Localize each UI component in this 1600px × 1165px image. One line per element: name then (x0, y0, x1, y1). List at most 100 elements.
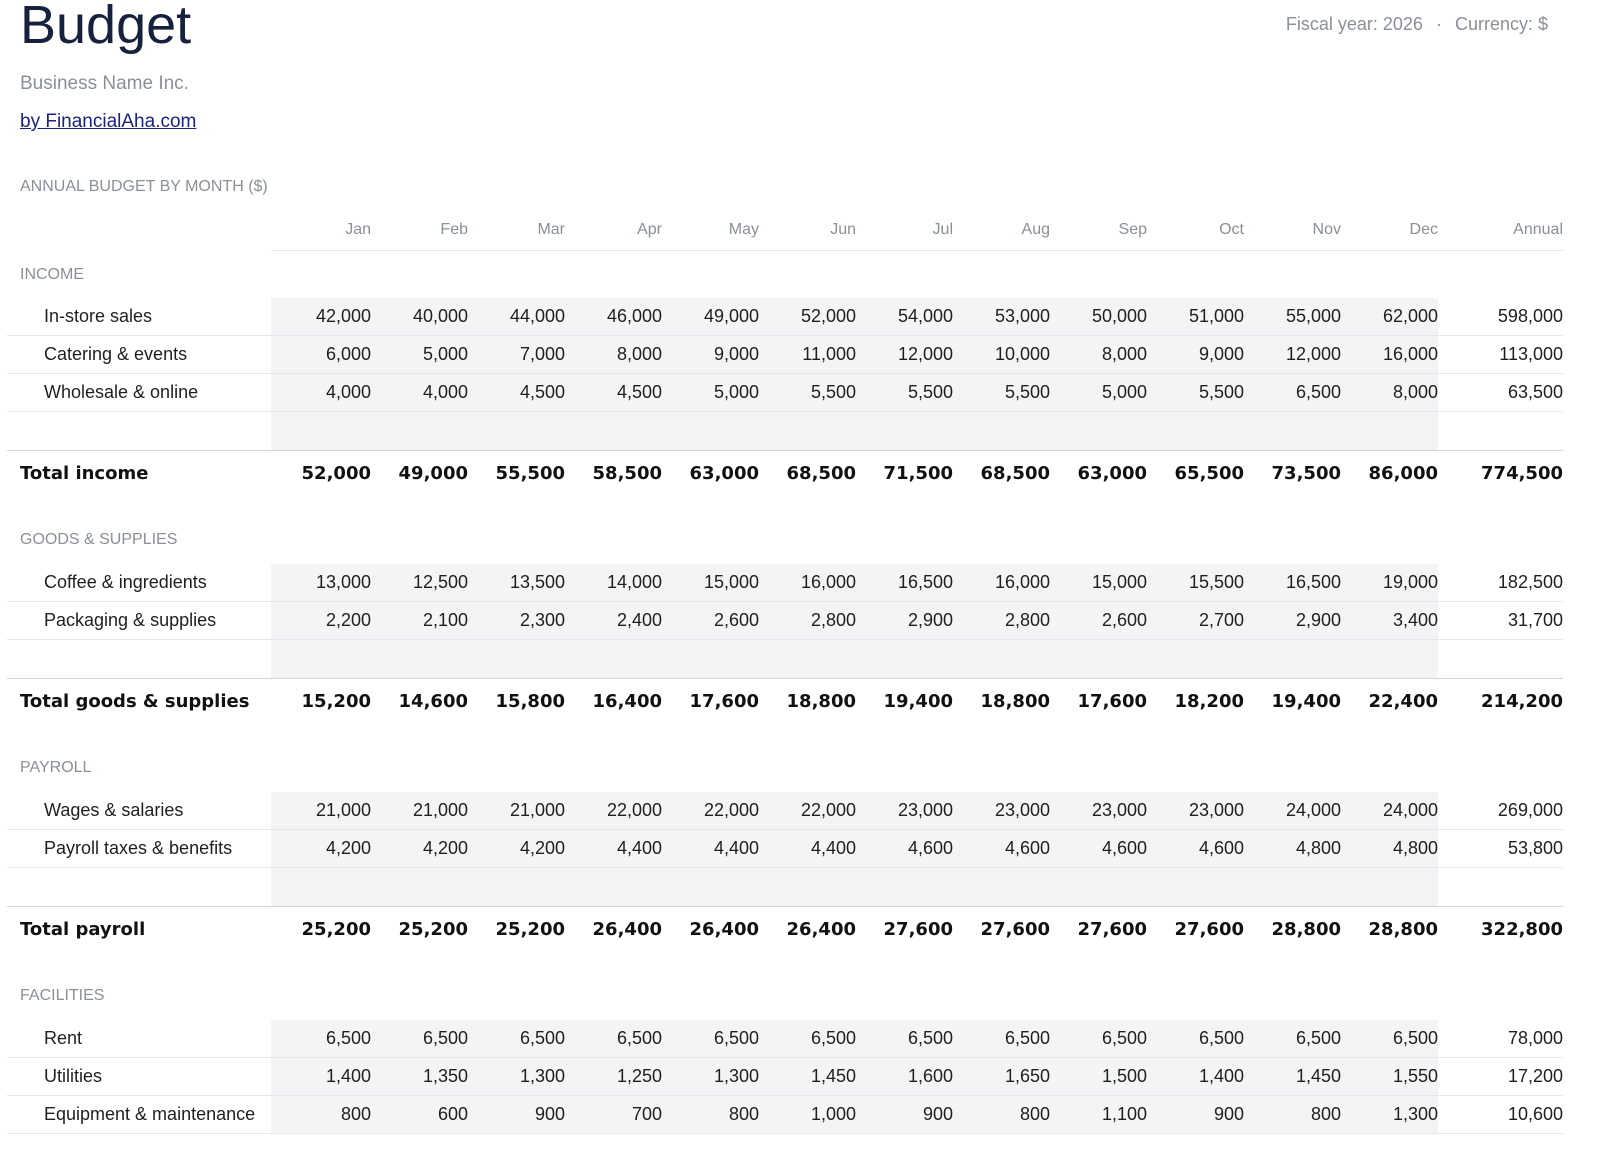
month-value: 15,000 (662, 564, 759, 602)
month-value: 600 (371, 1095, 468, 1134)
month-value: 4,200 (468, 829, 565, 868)
month-value: 4,600 (1147, 829, 1244, 868)
month-value: 800 (271, 1095, 371, 1134)
month-value: 51,000 (1147, 298, 1244, 336)
month-value: 4,500 (565, 373, 662, 412)
month-value: 4,500 (468, 373, 565, 412)
column-header-oct: Oct (1147, 210, 1244, 251)
total-month-value: 68,500 (953, 450, 1050, 495)
month-value: 2,100 (371, 601, 468, 640)
total-month-value: 26,400 (662, 906, 759, 951)
annual-value: 182,500 (1438, 564, 1563, 602)
spacer-cell (7, 495, 1563, 516)
month-value: 4,600 (953, 829, 1050, 868)
month-value: 4,600 (856, 829, 953, 868)
blank-month-cell (662, 411, 759, 451)
budget-table: Jan Feb Mar Apr May Jun Jul Aug Sep Oct Nov Dec Annu… (7, 210, 1563, 1134)
month-value: 54,000 (856, 298, 953, 336)
blank-month-cell (1050, 411, 1147, 451)
month-value: 49,000 (662, 298, 759, 336)
month-value: 900 (468, 1095, 565, 1134)
blank-label-cell (7, 640, 271, 679)
blank-month-cell (759, 639, 856, 679)
total-month-value: 73,500 (1244, 450, 1341, 495)
month-value: 4,600 (1050, 829, 1147, 868)
total-month-value: 25,200 (468, 906, 565, 951)
month-value: 14,000 (565, 564, 662, 602)
blank-month-cell (1341, 639, 1438, 679)
blank-row (7, 411, 1563, 451)
month-value: 2,300 (468, 601, 565, 640)
month-value: 7,000 (468, 335, 565, 374)
blank-month-cell (468, 867, 565, 907)
month-value: 16,500 (1244, 564, 1341, 602)
month-value: 1,450 (759, 1057, 856, 1096)
month-value: 6,500 (759, 1020, 856, 1058)
blank-month-cell (759, 867, 856, 907)
row-label: Catering & events (7, 335, 271, 374)
blank-month-cell (953, 639, 1050, 679)
section-title: FACILITIES (20, 987, 105, 1004)
month-value: 9,000 (662, 335, 759, 374)
total-label: Total payroll (7, 906, 271, 951)
month-value: 22,000 (565, 792, 662, 830)
table-row: In-store sales 42,000 40,000 44,000 46,000 49… (7, 298, 1563, 336)
total-month-value: 27,600 (1050, 906, 1147, 951)
total-label: Total goods & supplies (7, 678, 271, 723)
month-value: 4,200 (271, 829, 371, 868)
annual-value: 113,000 (1438, 335, 1563, 374)
section-title: PAYROLL (20, 759, 92, 776)
month-value: 22,000 (759, 792, 856, 830)
financialaha-link[interactable]: by FinancialAha.com (20, 111, 196, 133)
month-value: 10,000 (953, 335, 1050, 374)
month-value: 1,300 (662, 1057, 759, 1096)
spacer-row (7, 723, 1563, 744)
month-value: 23,000 (1147, 792, 1244, 830)
month-value: 21,000 (371, 792, 468, 830)
fiscal-meta: Fiscal year: 2026 · Currency: $ (1286, 14, 1548, 35)
total-month-value: 63,000 (662, 450, 759, 495)
column-header-jul: Jul (856, 210, 953, 251)
total-month-value: 28,800 (1244, 906, 1341, 951)
month-value: 1,400 (1147, 1057, 1244, 1096)
month-value: 6,500 (1244, 373, 1341, 412)
total-row: Total income 52,000 49,000 55,500 58,500 63,0… (7, 450, 1563, 495)
annual-value: 17,200 (1438, 1057, 1563, 1096)
month-value: 53,000 (953, 298, 1050, 336)
month-value: 4,800 (1244, 829, 1341, 868)
month-value: 23,000 (1050, 792, 1147, 830)
month-value: 6,500 (1244, 1020, 1341, 1058)
month-value: 800 (662, 1095, 759, 1134)
total-month-value: 18,200 (1147, 678, 1244, 723)
month-value: 42,000 (271, 298, 371, 336)
total-month-value: 17,600 (1050, 678, 1147, 723)
annual-value: 598,000 (1438, 298, 1563, 336)
month-value: 15,500 (1147, 564, 1244, 602)
column-header-may: May (662, 210, 759, 251)
month-value: 4,800 (1341, 829, 1438, 868)
month-value: 23,000 (953, 792, 1050, 830)
month-value: 6,500 (1050, 1020, 1147, 1058)
month-value: 1,650 (953, 1057, 1050, 1096)
total-month-value: 55,500 (468, 450, 565, 495)
month-value: 62,000 (1341, 298, 1438, 336)
fiscal-year: Fiscal year: 2026 (1285, 14, 1423, 34)
total-label: Total income (7, 450, 271, 495)
total-annual-value: 774,500 (1438, 450, 1563, 495)
month-value: 4,400 (565, 829, 662, 868)
month-value: 1,300 (1341, 1095, 1438, 1134)
row-label: Equipment & maintenance (7, 1095, 271, 1134)
month-value: 6,500 (1147, 1020, 1244, 1058)
month-value: 21,000 (468, 792, 565, 830)
blank-month-cell (371, 867, 468, 907)
blank-month-cell (1244, 411, 1341, 451)
month-value: 50,000 (1050, 298, 1147, 336)
month-value: 1,450 (1244, 1057, 1341, 1096)
blank-month-cell (565, 639, 662, 679)
month-value: 5,500 (1147, 373, 1244, 412)
total-row: Total goods & supplies 15,200 14,600 15,800… (7, 678, 1563, 723)
total-month-value: 15,200 (271, 678, 371, 723)
total-month-value: 63,000 (1050, 450, 1147, 495)
month-value: 44,000 (468, 298, 565, 336)
blank-month-cell (1147, 867, 1244, 907)
